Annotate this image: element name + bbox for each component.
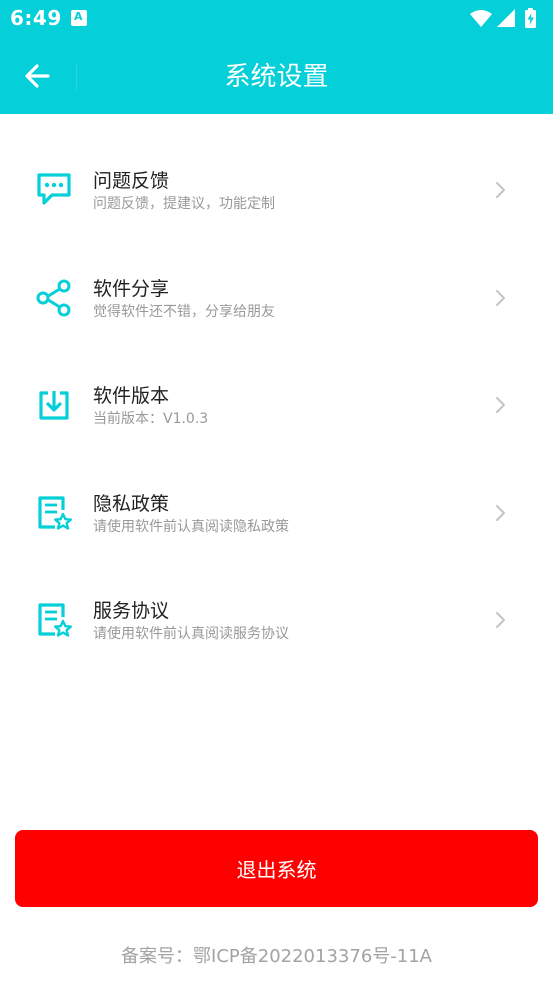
- menu-item-label: 隐私政策: [93, 492, 170, 515]
- chevron-right-icon: [496, 289, 505, 306]
- menu-item-desc: 请使用软件前认真阅读服务协议: [93, 626, 289, 642]
- menu-item-feedback[interactable]: 问题反馈 问题反馈，提建议，功能定制: [0, 114, 553, 222]
- nav-bar: 系统设置: [0, 38, 553, 114]
- chevron-right-icon: [496, 612, 505, 628]
- feedback-icon: [37, 173, 71, 205]
- menu-item-desc: 问题反馈，提建议，功能定制: [93, 196, 275, 212]
- chevron-right-icon: [496, 397, 505, 413]
- menu-item-desc: 请使用软件前认真阅读隐私政策: [93, 518, 289, 535]
- battery-icon: [525, 8, 536, 28]
- menu-item-label: 服务协议: [93, 600, 170, 622]
- wifi-icon: [470, 10, 492, 27]
- settings-menu: 问题反馈 问题反馈，提建议，功能定制 软件分享 觉得软件还不错，分享给朋友 软件…: [0, 114, 553, 652]
- menu-item-version[interactable]: 软件版本 当前版本：V1.0.3: [0, 329, 553, 437]
- menu-item-label: 问题反馈: [93, 170, 170, 192]
- menu-item-service-agreement[interactable]: 服务协议 请使用软件前认真阅读服务协议: [0, 544, 553, 652]
- download-icon: [39, 391, 69, 420]
- top-bar: 6:49 系统设置: [0, 0, 553, 114]
- menu-item-desc: 觉得软件还不错，分享给朋友: [93, 303, 275, 320]
- system-status-icons: [470, 8, 536, 28]
- chevron-right-icon: [496, 182, 505, 198]
- menu-item-privacy-policy[interactable]: 隐私政策 请使用软件前认真阅读隐私政策: [0, 437, 553, 545]
- menu-item-share[interactable]: 软件分享 觉得软件还不错，分享给朋友: [0, 222, 553, 330]
- menu-item-desc: 当前版本：V1.0.3: [93, 411, 209, 427]
- chevron-right-icon: [496, 504, 505, 521]
- icp-record-text: 备案号：鄂ICP备2022013376号-11A: [121, 946, 432, 967]
- notification-icon: [71, 10, 87, 26]
- signal-icon: [497, 9, 515, 27]
- document-star-icon: [38, 495, 72, 530]
- page-title: 系统设置: [224, 62, 329, 92]
- status-time: 6:49: [10, 6, 62, 30]
- menu-item-label: 软件分享: [93, 277, 170, 300]
- share-icon: [36, 279, 71, 316]
- logout-button[interactable]: 退出系统: [15, 830, 538, 907]
- menu-item-label: 软件版本: [93, 385, 170, 407]
- document-star-icon: [38, 603, 72, 637]
- status-bar: 6:49: [0, 0, 553, 38]
